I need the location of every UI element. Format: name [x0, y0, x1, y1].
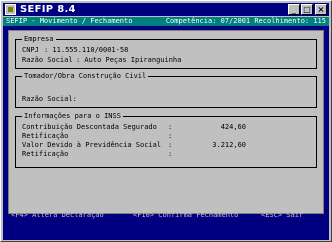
cnpj-value: : 11.555.110/0001-58: [44, 46, 129, 54]
retificacao-1-sep: :: [168, 132, 173, 140]
empresa-group: Empresa CNPJ : 11.555.110/0001-58 Razão …: [15, 35, 317, 69]
competencia-info: Competência: 07/2001 Recolhimento: 115: [165, 17, 326, 25]
app-icon[interactable]: [5, 4, 16, 15]
valor-devido-sep: :: [168, 141, 173, 149]
valor-devido-value: 3.212,60: [212, 141, 246, 149]
close-button[interactable]: ×: [315, 4, 327, 15]
esc-sair-button[interactable]: <ESC> Sair: [261, 210, 303, 220]
tomador-razao-label: Razão Social:: [22, 95, 77, 103]
contribuicao-sep: :: [168, 123, 173, 131]
tomador-group: Tomador/Obra Construção Civil Razão Soci…: [15, 72, 317, 108]
function-keys-bar: <F4> Altera Declaração <F10> Confirma Fe…: [3, 210, 329, 220]
f10-confirma-button[interactable]: <F10> Confirma Fechamento: [133, 210, 238, 220]
f4-altera-button[interactable]: <F4> Altera Declaração: [11, 210, 104, 220]
tomador-title: Tomador/Obra Construção Civil: [22, 72, 149, 80]
window-title: SEFIP 8.4: [20, 4, 76, 15]
title-bar: SEFIP 8.4 _ □ ×: [3, 3, 329, 16]
minimize-button[interactable]: _: [288, 4, 300, 15]
status-bar: SEFIP - Movimento / Fechamento Competênc…: [3, 17, 329, 26]
valor-devido-label: Valor Devido à Previdência Social: [22, 141, 162, 149]
maximize-button[interactable]: □: [301, 4, 313, 15]
dos-screen: SEFIP - Movimento / Fechamento Competênc…: [3, 17, 329, 240]
cnpj-label: CNPJ: [22, 46, 39, 54]
retificacao-1-label: Retificação: [22, 132, 69, 140]
razao-social-label: Razão Social: [22, 56, 73, 64]
retificacao-2-label: Retificação: [22, 150, 69, 158]
contribuicao-label: Contribuição Descontada Segurado: [22, 123, 157, 131]
module-title: SEFIP - Movimento / Fechamento: [6, 17, 133, 25]
empresa-title: Empresa: [22, 35, 56, 43]
app-window: SEFIP 8.4 _ □ × SEFIP - Movimento / Fech…: [0, 0, 332, 242]
bottom-area: [3, 227, 329, 240]
contribuicao-value: 424,60: [220, 123, 246, 131]
inss-title: Informações para o INSS: [22, 112, 123, 120]
main-panel: Empresa CNPJ : 11.555.110/0001-58 Razão …: [8, 30, 324, 214]
razao-social-value: : Auto Peças Ipiranguinha: [76, 56, 182, 64]
inss-group: Informações para o INSS Contribuição Des…: [15, 112, 317, 168]
retificacao-2-sep: :: [168, 150, 173, 158]
